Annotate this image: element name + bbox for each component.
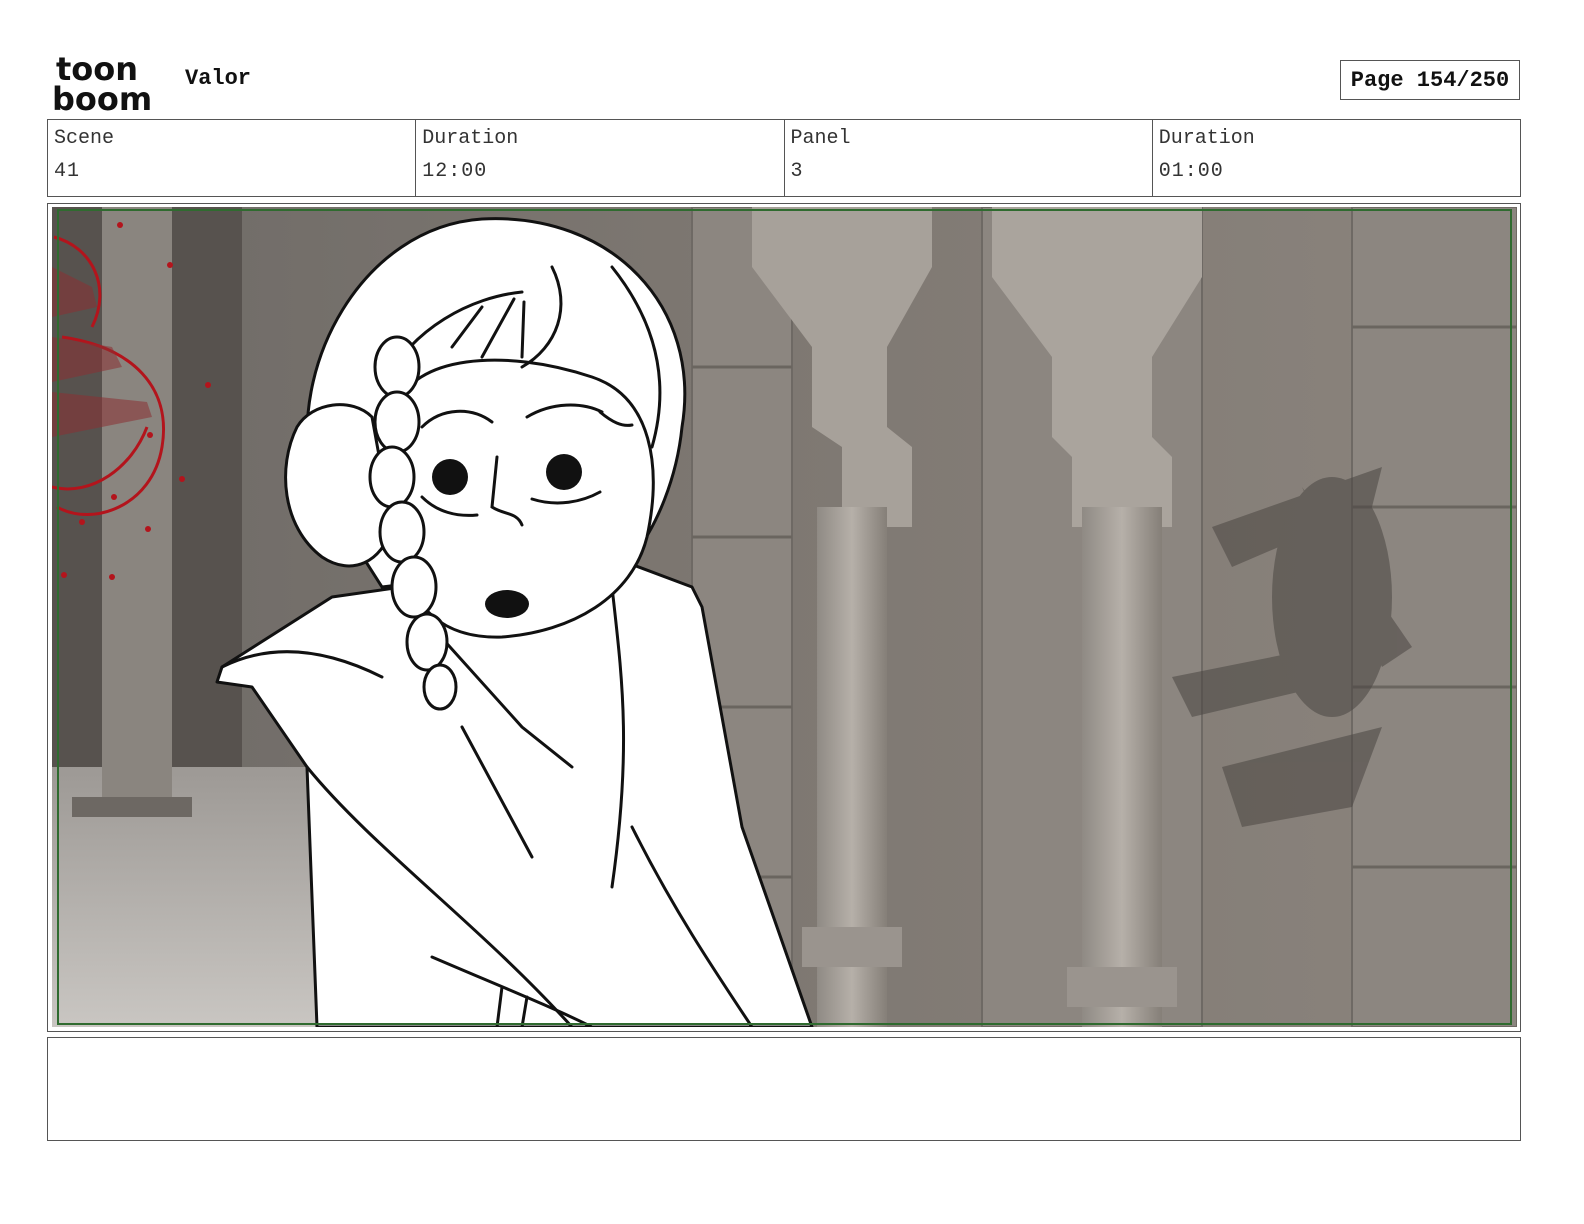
scene-value: 41 <box>54 160 81 183</box>
storyboard-panel-image <box>52 207 1517 1027</box>
project-title: Valor <box>185 66 252 91</box>
toonboom-logo: toon boom <box>52 52 152 114</box>
panel-label: Panel <box>790 127 851 150</box>
panel-value: 3 <box>790 160 804 183</box>
panel-duration-value: 01:00 <box>1158 160 1224 183</box>
panel-notes-box <box>47 1037 1521 1141</box>
scene-label: Scene <box>54 127 115 150</box>
page-indicator: Page 154/250 <box>1340 60 1520 100</box>
scene-cell: Scene 41 <box>48 120 417 196</box>
scene-info-table: Scene 41 Duration 12:00 Panel 3 Duration… <box>47 119 1521 197</box>
scene-duration-cell: Duration 12:00 <box>416 120 785 196</box>
panel-duration-label: Duration <box>1158 127 1255 150</box>
panel-duration-cell: Duration 01:00 <box>1153 120 1520 196</box>
logo-text-bottom: boom <box>52 80 152 114</box>
panel-cell: Panel 3 <box>785 120 1153 196</box>
scene-duration-label: Duration <box>422 127 519 150</box>
scene-duration-value: 12:00 <box>422 160 488 183</box>
